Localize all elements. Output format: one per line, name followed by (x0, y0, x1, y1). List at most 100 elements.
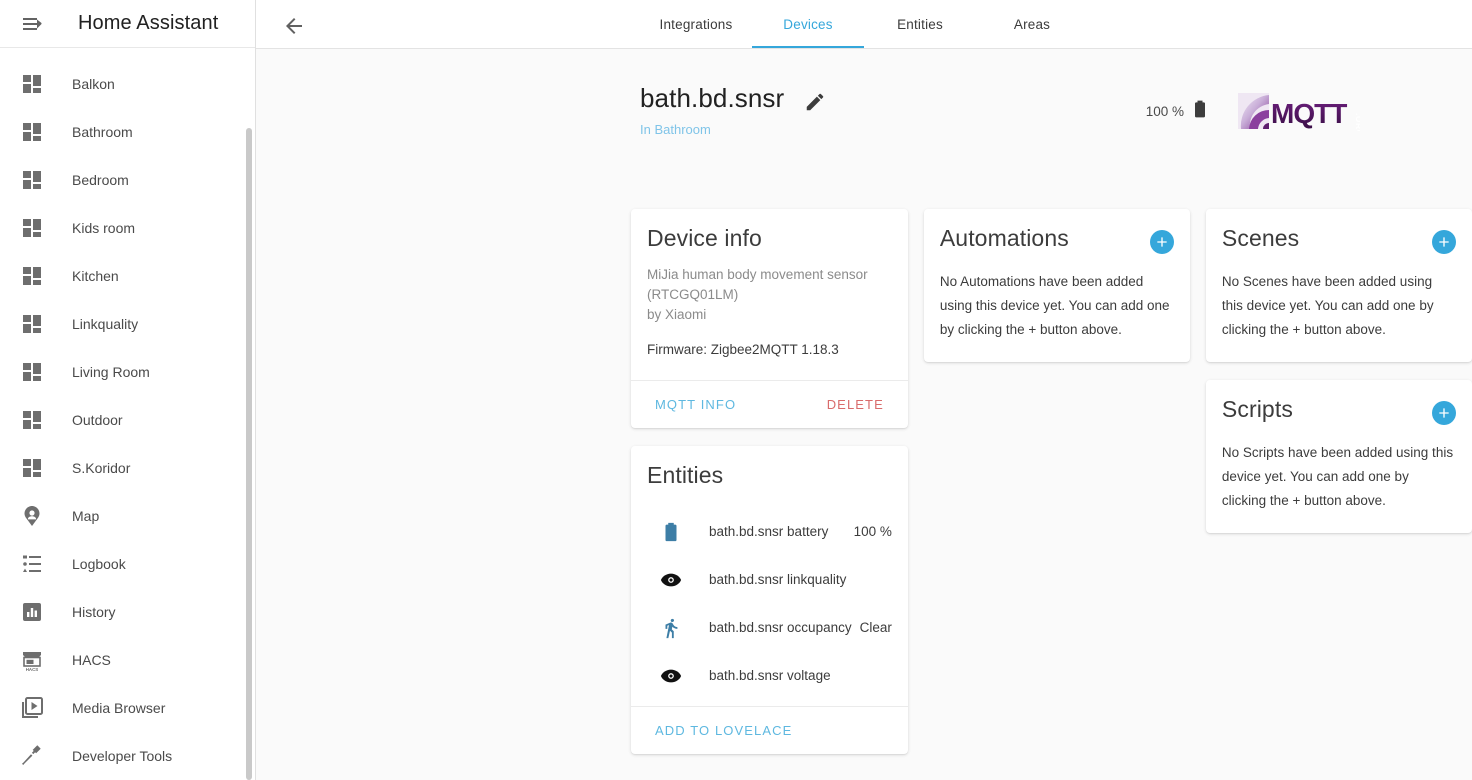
plus-icon (1439, 408, 1449, 418)
sidebar-item-media-browser[interactable]: Media Browser (0, 684, 255, 732)
sidebar-item-label: Logbook (72, 556, 126, 572)
scenes-title: Scenes (1221, 225, 1300, 251)
battery-level-text: 100 % (1145, 103, 1184, 119)
arrow-left-icon[interactable] (276, 8, 312, 44)
sidebar-item-label: Outdoor (72, 412, 123, 428)
tab-entities[interactable]: Entities (864, 0, 976, 48)
mqtt-info-button[interactable]: MQTT INFO (647, 391, 744, 418)
entity-row[interactable]: bath.bd.snsr occupancy Clear (631, 604, 908, 652)
delete-button[interactable]: DELETE (819, 391, 892, 418)
view-dashboard-icon (14, 402, 50, 438)
device-columns: Device info MiJia human body movement se… (256, 209, 1472, 780)
sidebar-item-balkon[interactable]: Balkon (0, 60, 255, 108)
device-header-right: 100 % MQTT .OR (1146, 91, 1360, 131)
automations-card: Automations No Automations have been add… (923, 209, 1190, 363)
device-manufacturer: by Xiaomi (647, 307, 707, 323)
pencil-icon[interactable] (804, 91, 826, 113)
device-area-link[interactable]: In Bathroom (640, 122, 826, 137)
sidebar-item-label: Kitchen (72, 268, 119, 284)
scenes-card: Scenes No Scenes have been added using t… (1205, 209, 1472, 363)
main-area: Integrations Devices Entities Areas bath.bd… (256, 0, 1472, 780)
chart-box-icon (14, 594, 50, 630)
sidebar-scrollbar-thumb[interactable] (246, 128, 252, 780)
scripts-header: Scripts (1206, 380, 1472, 426)
device-info-title: Device info (647, 225, 762, 251)
entities-card: Entities bath.bd.snsr battery 100 % bath.b… (631, 446, 908, 754)
device-identity: bath.bd.snsr In Bathroom (640, 85, 826, 137)
add-scene-button[interactable] (1431, 230, 1456, 254)
hacs-storefront-icon: HACS (14, 642, 50, 678)
sidebar-item-outdoor[interactable]: Outdoor (0, 396, 255, 444)
page-title: bath.bd.snsr (640, 83, 785, 113)
sidebar-item-s-koridor[interactable]: S.Koridor (0, 444, 255, 492)
view-dashboard-icon (14, 114, 50, 150)
sidebar-item-label: Bathroom (72, 124, 133, 140)
eye-icon (659, 568, 683, 592)
entities-actions: ADD TO LOVELACE (631, 705, 908, 754)
entity-state: Clear (859, 620, 892, 636)
mqtt-org-logo: MQTT .ORG (1238, 93, 1360, 131)
view-dashboard-icon (14, 306, 50, 342)
automations-header: Automations (924, 209, 1190, 254)
plus-icon (1157, 237, 1167, 247)
sidebar-item-label: Media Browser (72, 700, 166, 716)
sidebar-item-hacs[interactable]: HACS HACS (0, 636, 255, 684)
sidebar-item-bedroom[interactable]: Bedroom (0, 156, 255, 204)
sidebar: Home Assistant Balkon Bathroom Bedroom Kids… (0, 0, 256, 780)
tab-devices[interactable]: Devices (752, 0, 864, 48)
sidebar-nav: Balkon Bathroom Bedroom Kids room Kitchen Lin… (0, 49, 255, 780)
view-dashboard-icon (14, 210, 50, 246)
column-middle: Automations No Automations have been add… (923, 209, 1190, 780)
sidebar-item-kitchen[interactable]: Kitchen (0, 252, 255, 300)
sidebar-item-map[interactable]: Map (0, 492, 255, 540)
sidebar-item-history[interactable]: History (0, 588, 255, 636)
format-list-bulleted-icon (14, 546, 50, 582)
scenes-header: Scenes (1206, 209, 1472, 254)
add-script-button[interactable] (1431, 401, 1456, 426)
plus-icon (1439, 237, 1449, 247)
device-name-row: bath.bd.snsr (640, 85, 826, 113)
map-marker-account-icon (14, 498, 50, 534)
sidebar-item-bathroom[interactable]: Bathroom (0, 108, 255, 156)
device-model-line-1: MiJia human body movement sensor (647, 266, 868, 282)
menu-open-icon[interactable] (14, 6, 50, 42)
sidebar-item-label: Bedroom (72, 172, 129, 188)
view-dashboard-icon (14, 162, 50, 198)
view-dashboard-icon (14, 258, 50, 294)
hammer-icon (14, 738, 50, 774)
sidebar-item-logbook[interactable]: Logbook (0, 540, 255, 588)
sidebar-item-developer-tools[interactable]: Developer Tools (0, 732, 255, 780)
tab-integrations[interactable]: Integrations (640, 0, 752, 48)
column-left: Device info MiJia human body movement se… (631, 209, 908, 780)
sidebar-item-label: History (72, 604, 116, 620)
view-dashboard-icon (14, 450, 50, 486)
app-title: Home Assistant (78, 12, 219, 34)
play-box-multiple-icon (14, 690, 50, 726)
device-info-actions: MQTT INFO DELETE (631, 380, 908, 428)
sidebar-item-kids-room[interactable]: Kids room (0, 204, 255, 252)
tab-areas[interactable]: Areas (976, 0, 1088, 48)
entity-name: bath.bd.snsr linkquality (709, 572, 847, 588)
top-toolbar: Integrations Devices Entities Areas (256, 0, 1472, 49)
entity-row[interactable]: bath.bd.snsr voltage (631, 652, 908, 700)
entities-header: Entities (631, 446, 908, 490)
sidebar-item-linkquality[interactable]: Linkquality (0, 300, 255, 348)
sidebar-scroll-area: Balkon Bathroom Bedroom Kids room Kitchen Lin… (0, 49, 255, 780)
add-to-lovelace-button[interactable]: ADD TO LOVELACE (647, 717, 800, 744)
battery-icon (659, 520, 683, 544)
entities-list: bath.bd.snsr battery 100 % bath.bd.snsr li… (631, 490, 908, 706)
entity-name: bath.bd.snsr voltage (709, 668, 831, 684)
sidebar-item-label: Map (72, 508, 100, 524)
sidebar-item-label: Living Room (72, 364, 150, 380)
add-automation-button[interactable] (1149, 230, 1174, 254)
tab-bar: Integrations Devices Entities Areas (640, 0, 1088, 48)
scenes-empty-text: No Scenes have been added using this dev… (1221, 274, 1434, 338)
walk-icon (659, 616, 683, 640)
entity-row[interactable]: bath.bd.snsr linkquality (631, 556, 908, 604)
sidebar-item-living-room[interactable]: Living Room (0, 348, 255, 396)
device-firmware: Firmware: Zigbee2MQTT 1.18.3 (647, 342, 839, 358)
entity-name: bath.bd.snsr occupancy (709, 620, 852, 636)
entity-row[interactable]: bath.bd.snsr battery 100 % (631, 508, 908, 556)
eye-icon (659, 664, 683, 688)
entities-title: Entities (647, 462, 724, 489)
